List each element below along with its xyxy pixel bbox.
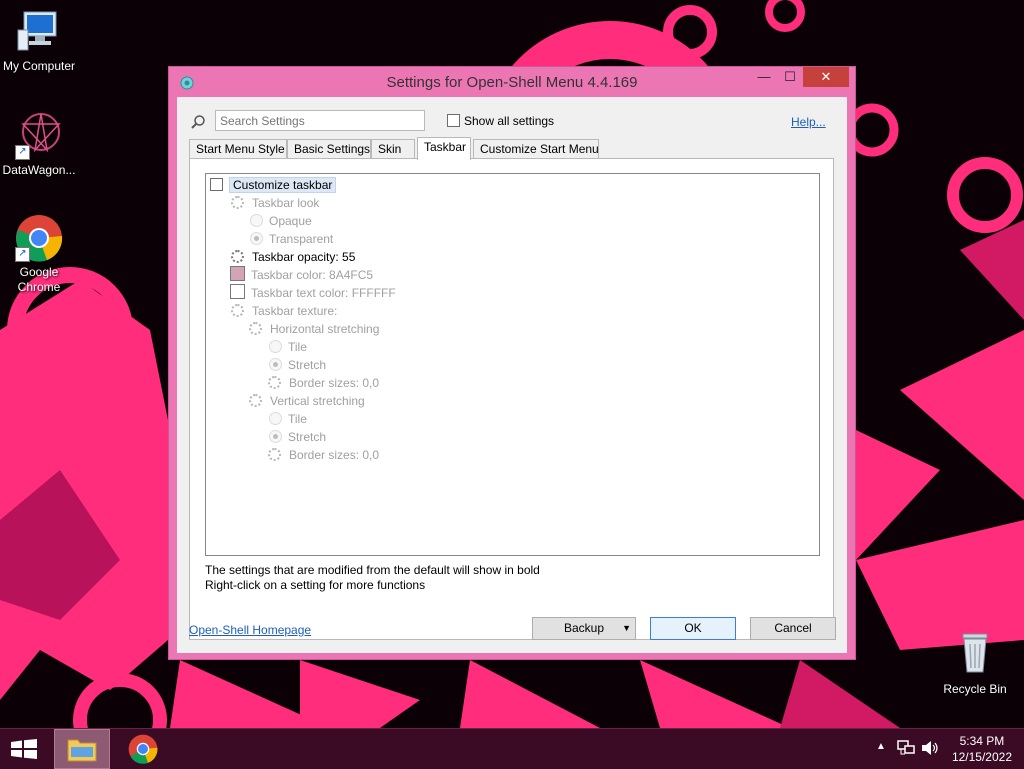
setting-taskbar-look[interactable]: Taskbar look [230, 194, 319, 212]
recycle-bin-icon [955, 630, 995, 674]
radio-selected-icon [250, 232, 263, 245]
search-settings-input[interactable] [215, 110, 425, 131]
settings-window: Settings for Open-Shell Menu 4.4.169 — ☐… [168, 66, 856, 660]
desktop-icon-google-chrome[interactable]: ↗ Google Chrome [1, 214, 77, 295]
setting-horizontal-border-sizes[interactable]: Border sizes: 0,0 [267, 374, 379, 392]
show-all-settings-label: Show all settings [464, 114, 555, 128]
taskbar-google-chrome[interactable] [120, 729, 168, 769]
setting-vertical-stretch[interactable]: Stretch [269, 428, 326, 446]
volume-icon[interactable] [921, 740, 939, 756]
setting-vertical-stretching[interactable]: Vertical stretching [248, 392, 365, 410]
color-swatch [230, 266, 245, 281]
desktop-icon-my-computer[interactable]: My Computer [1, 8, 77, 74]
show-hidden-icons-chevron[interactable]: ▲ [876, 741, 886, 752]
taskbar: ▲ 5:34 PM 12/15/2022 [0, 728, 1024, 769]
tab-start-menu-style[interactable]: Start Menu Style [189, 139, 287, 158]
computer-icon [15, 8, 63, 56]
close-button[interactable]: ✕ [803, 67, 849, 87]
checkbox-icon[interactable] [210, 178, 223, 191]
tab-skin[interactable]: Skin [371, 139, 415, 158]
setting-horizontal-stretch[interactable]: Stretch [269, 356, 326, 374]
setting-customize-taskbar[interactable]: Customize taskbar [210, 176, 337, 194]
desktop-icon-label: Recycle Bin [943, 682, 1007, 696]
desktop-icon-label: My Computer [2, 59, 76, 73]
settings-tree[interactable]: Customize taskbar Taskbar look Opaque Tr… [205, 173, 820, 556]
search-icon [191, 115, 205, 129]
folder-icon [67, 739, 97, 762]
datawagon-icon: ↗ [15, 112, 63, 160]
desktop-icon-datawagon[interactable]: ↗ DataWagon... [1, 112, 77, 178]
tab-basic-settings[interactable]: Basic Settings [287, 139, 371, 158]
desktop-icon-recycle-bin[interactable]: Recycle Bin [937, 630, 1013, 697]
setting-taskbar-text-color[interactable]: Taskbar text color: FFFFFF [230, 284, 396, 302]
setting-transparent[interactable]: Transparent [250, 230, 333, 248]
radio-selected-icon [269, 358, 282, 371]
radio-icon [269, 340, 282, 353]
gear-icon [249, 394, 262, 407]
info-text: The settings that are modified from the … [205, 563, 540, 593]
setting-vertical-tile[interactable]: Tile [269, 410, 307, 428]
clock-time: 5:34 PM [959, 734, 1005, 748]
open-shell-homepage-link[interactable]: Open-Shell Homepage [189, 623, 311, 637]
radio-selected-icon [269, 430, 282, 443]
desktop-icon-label: DataWagon... [2, 163, 76, 177]
gear-icon [231, 304, 244, 317]
chrome-icon [128, 734, 158, 764]
show-all-settings-checkbox[interactable]: Show all settings [447, 114, 554, 128]
gear-icon [231, 196, 244, 209]
setting-vertical-border-sizes[interactable]: Border sizes: 0,0 [267, 446, 379, 464]
cancel-button[interactable]: Cancel [750, 617, 836, 640]
ok-button[interactable]: OK [650, 617, 736, 640]
setting-horizontal-tile[interactable]: Tile [269, 338, 307, 356]
shortcut-arrow-icon: ↗ [15, 145, 30, 160]
gear-icon [249, 322, 262, 335]
gear-icon [268, 376, 281, 389]
taskbar-file-explorer[interactable] [54, 729, 110, 769]
clock-date: 12/15/2022 [951, 750, 1012, 764]
desktop-icon-label: Google Chrome [17, 265, 61, 294]
setting-taskbar-color[interactable]: Taskbar color: 8A4FC5 [230, 266, 373, 284]
setting-taskbar-texture[interactable]: Taskbar texture: [230, 302, 337, 320]
setting-horizontal-stretching[interactable]: Horizontal stretching [248, 320, 379, 338]
taskbar-clock[interactable]: 5:34 PM 12/15/2022 [952, 733, 1012, 765]
dropdown-arrow-icon: ▼ [622, 623, 631, 633]
help-link[interactable]: Help... [791, 115, 826, 129]
minimize-button[interactable]: — [751, 67, 777, 87]
info-line-bold-hint: The settings that are modified from the … [205, 563, 540, 577]
window-titlebar[interactable]: Settings for Open-Shell Menu 4.4.169 — ☐… [169, 67, 855, 97]
radio-icon [269, 412, 282, 425]
network-icon[interactable] [897, 740, 915, 756]
info-line-right-click-hint: Right-click on a setting for more functi… [205, 578, 426, 592]
checkbox-box[interactable] [447, 114, 460, 127]
setting-taskbar-opacity[interactable]: Taskbar opacity: 55 [230, 248, 355, 266]
gear-icon [231, 250, 244, 263]
chrome-icon: ↗ [15, 214, 63, 262]
taskbar-tab-panel: Customize taskbar Taskbar look Opaque Tr… [189, 158, 834, 640]
windows-logo-icon [11, 739, 37, 759]
radio-icon [250, 214, 263, 227]
maximize-button[interactable]: ☐ [777, 67, 803, 87]
backup-button[interactable]: Backup ▼ [532, 617, 636, 640]
setting-opaque[interactable]: Opaque [250, 212, 312, 230]
color-swatch [230, 284, 245, 299]
gear-icon [268, 448, 281, 461]
shortcut-arrow-icon: ↗ [15, 247, 30, 262]
window-client-area: Show all settings Help... Start Menu Sty… [177, 97, 847, 653]
tab-customize-start-menu[interactable]: Customize Start Menu [473, 139, 599, 158]
tab-taskbar[interactable]: Taskbar [417, 137, 471, 160]
start-button[interactable] [0, 729, 48, 769]
